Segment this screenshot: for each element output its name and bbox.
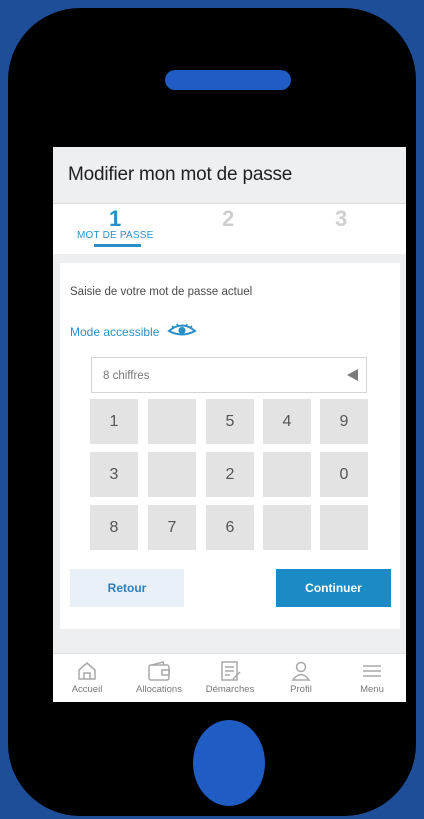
nav-item-accueil[interactable]: Accueil xyxy=(55,660,119,695)
page-title: Modifier mon mot de passe xyxy=(68,164,293,185)
keypad-key[interactable]: 2 xyxy=(206,452,254,497)
phone-frame: Modifier mon mot de passe 1 2 3 MOT DE P… xyxy=(8,8,416,816)
keypad-key[interactable]: 6 xyxy=(206,505,254,550)
keypad-key[interactable]: 3 xyxy=(90,452,138,497)
keypad-key-blank[interactable] xyxy=(263,505,311,550)
nav-label-profil: Profil xyxy=(290,684,312,695)
instruction-text: Saisie de votre mot de passe actuel xyxy=(70,286,253,298)
password-card: Saisie de votre mot de passe actuel Mode… xyxy=(60,263,400,629)
nav-label-menu: Menu xyxy=(360,684,384,695)
step-3-number: 3 xyxy=(335,206,348,231)
keypad-key[interactable]: 7 xyxy=(148,505,196,550)
nav-label-accueil: Accueil xyxy=(71,684,103,695)
nav-item-allocations[interactable]: Allocations xyxy=(127,660,191,695)
nav-item-profil[interactable]: Profil xyxy=(269,660,333,695)
keypad-key[interactable]: 1 xyxy=(90,399,138,444)
phone-home-button xyxy=(193,720,265,806)
home-icon xyxy=(55,660,119,682)
accessible-mode-label: Mode accessible xyxy=(70,324,160,339)
hamburger-menu-icon xyxy=(340,660,404,682)
keypad-key[interactable]: 9 xyxy=(320,399,368,444)
phone-speaker xyxy=(165,70,291,90)
back-button[interactable]: Retour xyxy=(70,569,184,607)
accessible-mode-link[interactable]: Mode accessible xyxy=(70,323,198,340)
keypad-key[interactable]: 4 xyxy=(263,399,311,444)
document-edit-icon xyxy=(198,660,262,682)
step-1-label: MOT DE PASSE xyxy=(77,230,154,241)
step-2-number: 2 xyxy=(222,206,235,231)
backspace-icon[interactable] xyxy=(347,369,358,381)
eye-icon xyxy=(167,323,198,340)
app-screen: Modifier mon mot de passe 1 2 3 MOT DE P… xyxy=(53,147,406,702)
active-step-indicator xyxy=(94,244,141,247)
user-icon xyxy=(269,660,333,682)
step-1-number: 1 xyxy=(109,206,122,231)
nav-item-demarches[interactable]: Démarches xyxy=(198,660,262,695)
nav-label-demarches: Démarches xyxy=(205,684,255,695)
password-input[interactable]: 8 chiffres xyxy=(91,357,367,393)
nav-label-allocations: Allocations xyxy=(136,684,182,695)
password-placeholder: 8 chiffres xyxy=(103,370,150,382)
nav-item-menu[interactable]: Menu xyxy=(340,660,404,695)
continue-button[interactable]: Continuer xyxy=(276,569,391,607)
wallet-icon xyxy=(127,660,191,682)
keypad-key-blank[interactable] xyxy=(148,399,196,444)
keypad-key-blank[interactable] xyxy=(263,452,311,497)
bottom-navigation: Accueil Allocations Démarches Profil Men… xyxy=(53,653,406,702)
keypad-key-blank[interactable] xyxy=(148,452,196,497)
keypad-key-blank[interactable] xyxy=(320,505,368,550)
keypad-key[interactable]: 0 xyxy=(320,452,368,497)
keypad-key[interactable]: 8 xyxy=(90,505,138,550)
keypad-key[interactable]: 5 xyxy=(206,399,254,444)
stepper: 1 2 3 MOT DE PASSE xyxy=(53,204,406,254)
